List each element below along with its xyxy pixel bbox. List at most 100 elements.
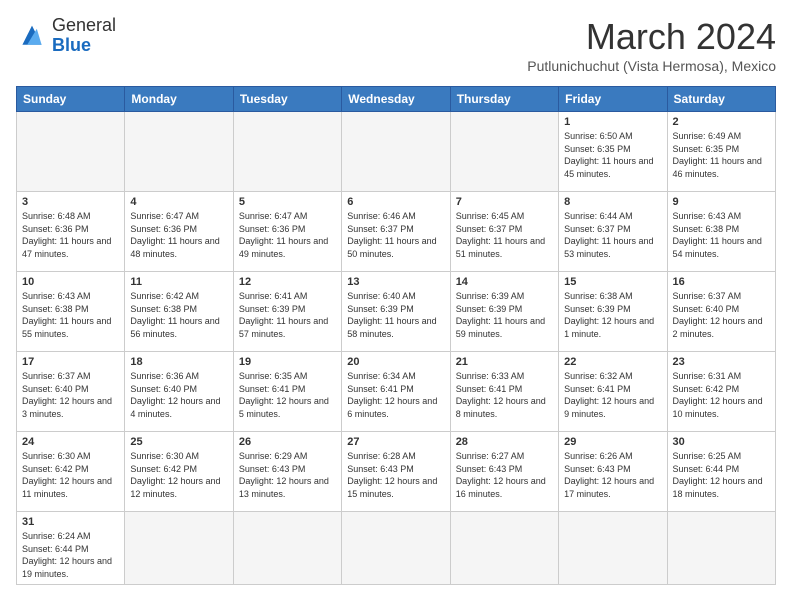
calendar-cell bbox=[559, 512, 667, 585]
calendar-cell: 17 Sunrise: 6:37 AM Sunset: 6:40 PM Dayli… bbox=[17, 352, 125, 432]
day-info: Sunrise: 6:32 AM Sunset: 6:41 PM Dayligh… bbox=[564, 370, 661, 420]
col-header-wednesday: Wednesday bbox=[342, 87, 450, 112]
logo: General Blue bbox=[16, 16, 116, 56]
day-number: 25 bbox=[130, 436, 227, 448]
calendar-cell bbox=[125, 512, 233, 585]
calendar-cell: 21 Sunrise: 6:33 AM Sunset: 6:41 PM Dayli… bbox=[450, 352, 558, 432]
calendar-week-6: 31 Sunrise: 6:24 AM Sunset: 6:44 PM Dayli… bbox=[17, 512, 776, 585]
calendar-cell: 12Sunrise: 6:41 AM Sunset: 6:39 PM Dayli… bbox=[233, 272, 341, 352]
title-area: March 2024 Putlunichuchut (Vista Hermosa… bbox=[527, 16, 776, 74]
day-info: Sunrise: 6:30 AM Sunset: 6:42 PM Dayligh… bbox=[130, 450, 227, 500]
day-info: Sunrise: 6:35 AM Sunset: 6:41 PM Dayligh… bbox=[239, 370, 336, 420]
col-header-friday: Friday bbox=[559, 87, 667, 112]
day-info: Sunrise: 6:43 AM Sunset: 6:38 PM Dayligh… bbox=[673, 210, 770, 260]
day-info: Sunrise: 6:27 AM Sunset: 6:43 PM Dayligh… bbox=[456, 450, 553, 500]
calendar-cell bbox=[233, 112, 341, 192]
day-info: Sunrise: 6:37 AM Sunset: 6:40 PM Dayligh… bbox=[673, 290, 770, 340]
day-info: Sunrise: 6:34 AM Sunset: 6:41 PM Dayligh… bbox=[347, 370, 444, 420]
calendar-cell: 24 Sunrise: 6:30 AM Sunset: 6:42 PM Dayli… bbox=[17, 432, 125, 512]
calendar-week-2: 3 Sunrise: 6:48 AM Sunset: 6:36 PM Daylig… bbox=[17, 192, 776, 272]
day-number: 6 bbox=[347, 196, 444, 208]
calendar-cell bbox=[450, 512, 558, 585]
day-info: Sunrise: 6:30 AM Sunset: 6:42 PM Dayligh… bbox=[22, 450, 119, 500]
calendar-cell: 22 Sunrise: 6:32 AM Sunset: 6:41 PM Dayli… bbox=[559, 352, 667, 432]
day-number: 18 bbox=[130, 356, 227, 368]
calendar-cell bbox=[342, 512, 450, 585]
calendar-cell bbox=[125, 112, 233, 192]
day-number: 17 bbox=[22, 356, 119, 368]
day-number: 14 bbox=[456, 276, 553, 288]
calendar-header-row: SundayMondayTuesdayWednesdayThursdayFrid… bbox=[17, 87, 776, 112]
day-info: Sunrise: 6:28 AM Sunset: 6:43 PM Dayligh… bbox=[347, 450, 444, 500]
calendar-cell: 15 Sunrise: 6:38 AM Sunset: 6:39 PM Dayli… bbox=[559, 272, 667, 352]
calendar-cell: 7Sunrise: 6:45 AM Sunset: 6:37 PM Daylig… bbox=[450, 192, 558, 272]
calendar-cell: 13 Sunrise: 6:40 AM Sunset: 6:39 PM Dayli… bbox=[342, 272, 450, 352]
calendar-cell: 28 Sunrise: 6:27 AM Sunset: 6:43 PM Dayli… bbox=[450, 432, 558, 512]
day-info: Sunrise: 6:47 AM Sunset: 6:36 PM Dayligh… bbox=[130, 210, 227, 260]
day-number: 29 bbox=[564, 436, 661, 448]
day-info: Sunrise: 6:33 AM Sunset: 6:41 PM Dayligh… bbox=[456, 370, 553, 420]
day-info: Sunrise: 6:24 AM Sunset: 6:44 PM Dayligh… bbox=[22, 530, 119, 580]
calendar-cell: 9Sunrise: 6:43 AM Sunset: 6:38 PM Daylig… bbox=[667, 192, 775, 272]
day-number: 31 bbox=[22, 516, 119, 528]
day-info: Sunrise: 6:43 AM Sunset: 6:38 PM Dayligh… bbox=[22, 290, 119, 340]
day-number: 4 bbox=[130, 196, 227, 208]
day-number: 7 bbox=[456, 196, 553, 208]
day-info: Sunrise: 6:41 AM Sunset: 6:39 PM Dayligh… bbox=[239, 290, 336, 340]
day-number: 24 bbox=[22, 436, 119, 448]
day-number: 11 bbox=[130, 276, 227, 288]
calendar-cell: 4 Sunrise: 6:47 AM Sunset: 6:36 PM Daylig… bbox=[125, 192, 233, 272]
logo-general-text: General bbox=[52, 15, 116, 35]
day-info: Sunrise: 6:31 AM Sunset: 6:42 PM Dayligh… bbox=[673, 370, 770, 420]
logo-icon bbox=[16, 22, 48, 50]
day-number: 22 bbox=[564, 356, 661, 368]
day-number: 3 bbox=[22, 196, 119, 208]
day-info: Sunrise: 6:37 AM Sunset: 6:40 PM Dayligh… bbox=[22, 370, 119, 420]
day-info: Sunrise: 6:40 AM Sunset: 6:39 PM Dayligh… bbox=[347, 290, 444, 340]
calendar-cell: 23Sunrise: 6:31 AM Sunset: 6:42 PM Dayli… bbox=[667, 352, 775, 432]
day-number: 19 bbox=[239, 356, 336, 368]
day-info: Sunrise: 6:42 AM Sunset: 6:38 PM Dayligh… bbox=[130, 290, 227, 340]
calendar-cell: 26Sunrise: 6:29 AM Sunset: 6:43 PM Dayli… bbox=[233, 432, 341, 512]
calendar-cell: 1Sunrise: 6:50 AM Sunset: 6:35 PM Daylig… bbox=[559, 112, 667, 192]
day-number: 16 bbox=[673, 276, 770, 288]
calendar-cell bbox=[233, 512, 341, 585]
day-info: Sunrise: 6:38 AM Sunset: 6:39 PM Dayligh… bbox=[564, 290, 661, 340]
calendar-cell bbox=[17, 112, 125, 192]
day-info: Sunrise: 6:49 AM Sunset: 6:35 PM Dayligh… bbox=[673, 130, 770, 180]
calendar-cell: 2 Sunrise: 6:49 AM Sunset: 6:35 PM Daylig… bbox=[667, 112, 775, 192]
day-number: 2 bbox=[673, 116, 770, 128]
day-info: Sunrise: 6:46 AM Sunset: 6:37 PM Dayligh… bbox=[347, 210, 444, 260]
page-wrapper: General Blue March 2024 Putlunichuchut (… bbox=[16, 16, 776, 585]
day-info: Sunrise: 6:25 AM Sunset: 6:44 PM Dayligh… bbox=[673, 450, 770, 500]
day-number: 21 bbox=[456, 356, 553, 368]
day-number: 13 bbox=[347, 276, 444, 288]
col-header-monday: Monday bbox=[125, 87, 233, 112]
day-number: 27 bbox=[347, 436, 444, 448]
calendar-week-4: 17 Sunrise: 6:37 AM Sunset: 6:40 PM Dayli… bbox=[17, 352, 776, 432]
col-header-saturday: Saturday bbox=[667, 87, 775, 112]
calendar-cell: 3 Sunrise: 6:48 AM Sunset: 6:36 PM Daylig… bbox=[17, 192, 125, 272]
col-header-tuesday: Tuesday bbox=[233, 87, 341, 112]
day-info: Sunrise: 6:36 AM Sunset: 6:40 PM Dayligh… bbox=[130, 370, 227, 420]
calendar-cell: 31 Sunrise: 6:24 AM Sunset: 6:44 PM Dayli… bbox=[17, 512, 125, 585]
calendar-cell: 30Sunrise: 6:25 AM Sunset: 6:44 PM Dayli… bbox=[667, 432, 775, 512]
calendar-cell: 25 Sunrise: 6:30 AM Sunset: 6:42 PM Dayli… bbox=[125, 432, 233, 512]
logo-blue-text: Blue bbox=[52, 35, 91, 55]
calendar-cell: 6 Sunrise: 6:46 AM Sunset: 6:37 PM Daylig… bbox=[342, 192, 450, 272]
day-info: Sunrise: 6:29 AM Sunset: 6:43 PM Dayligh… bbox=[239, 450, 336, 500]
calendar-cell: 10 Sunrise: 6:43 AM Sunset: 6:38 PM Dayli… bbox=[17, 272, 125, 352]
day-info: Sunrise: 6:48 AM Sunset: 6:36 PM Dayligh… bbox=[22, 210, 119, 260]
day-number: 15 bbox=[564, 276, 661, 288]
calendar-cell: 14 Sunrise: 6:39 AM Sunset: 6:39 PM Dayli… bbox=[450, 272, 558, 352]
calendar-cell bbox=[667, 512, 775, 585]
calendar-week-5: 24 Sunrise: 6:30 AM Sunset: 6:42 PM Dayli… bbox=[17, 432, 776, 512]
col-header-thursday: Thursday bbox=[450, 87, 558, 112]
day-info: Sunrise: 6:26 AM Sunset: 6:43 PM Dayligh… bbox=[564, 450, 661, 500]
calendar-cell: 29 Sunrise: 6:26 AM Sunset: 6:43 PM Dayli… bbox=[559, 432, 667, 512]
day-number: 28 bbox=[456, 436, 553, 448]
day-number: 10 bbox=[22, 276, 119, 288]
day-info: Sunrise: 6:39 AM Sunset: 6:39 PM Dayligh… bbox=[456, 290, 553, 340]
month-title: March 2024 bbox=[527, 16, 776, 58]
day-number: 8 bbox=[564, 196, 661, 208]
